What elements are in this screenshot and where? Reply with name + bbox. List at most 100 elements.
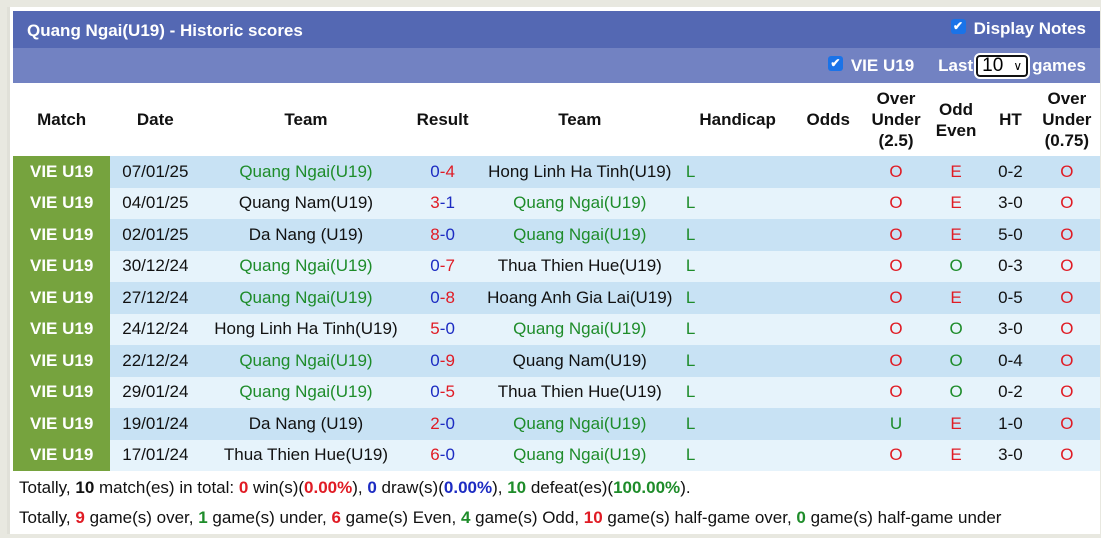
away-team[interactable]: Quang Ngai(U19)	[473, 187, 686, 219]
table-row: VIE U19 24/12/24 Hong Linh Ha Tinh(U19) 5-0…	[13, 313, 1100, 345]
win-loss: L	[685, 313, 790, 345]
over-under-075: O	[1033, 376, 1100, 408]
summary-text: draw(s)(	[376, 478, 444, 497]
summary-text: defeat(es)(	[526, 478, 614, 497]
match-league[interactable]: VIE U19	[13, 156, 111, 188]
over-under-075: O	[1033, 282, 1100, 314]
over-under-25: O	[867, 313, 925, 345]
away-team[interactable]: Hoang Anh Gia Lai(U19)	[473, 282, 686, 314]
win-loss: L	[685, 345, 790, 377]
away-team[interactable]: Quang Ngai(U19)	[473, 439, 686, 471]
summary-draw-pct: 0.00%	[443, 478, 493, 497]
table-header-row: Match Date Team Result Team Handicap Odd…	[13, 83, 1100, 156]
away-team[interactable]: Thua Thien Hue(U19)	[473, 376, 686, 408]
away-team[interactable]: Quang Ngai(U19)	[473, 408, 686, 440]
match-league[interactable]: VIE U19	[13, 187, 111, 219]
match-league[interactable]: VIE U19	[13, 219, 111, 251]
col-odd-even: Odd Even	[925, 83, 988, 156]
col-away-team: Team	[473, 83, 686, 156]
col-handicap: Handicap	[685, 83, 790, 156]
over-under-075: O	[1033, 345, 1100, 377]
over-under-25: U	[867, 408, 925, 440]
match-result[interactable]: 5-0	[411, 313, 474, 345]
home-team[interactable]: Da Nang (U19)	[200, 219, 412, 251]
home-team[interactable]: Quang Ngai(U19)	[200, 282, 412, 314]
match-result[interactable]: 0-7	[411, 250, 474, 282]
match-result[interactable]: 6-0	[411, 439, 474, 471]
match-result[interactable]: 0-5	[411, 376, 474, 408]
home-team[interactable]: Quang Ngai(U19)	[200, 376, 412, 408]
away-team[interactable]: Thua Thien Hue(U19)	[473, 250, 686, 282]
checkbox-checked-icon[interactable]: ✔	[950, 18, 966, 34]
away-team[interactable]: Quang Nam(U19)	[473, 345, 686, 377]
half-time-score: 0-2	[987, 156, 1034, 188]
match-date: 27/12/24	[110, 282, 201, 314]
away-score: 4	[445, 161, 455, 181]
summary-text: game(s) half-game over,	[602, 508, 797, 527]
away-team[interactable]: Hong Linh Ha Tinh(U19)	[473, 156, 686, 188]
table-row: VIE U19 27/12/24 Quang Ngai(U19) 0-8 Hoang A…	[13, 282, 1100, 314]
match-league[interactable]: VIE U19	[13, 313, 111, 345]
win-loss-value: L	[685, 256, 696, 276]
match-league[interactable]: VIE U19	[13, 250, 111, 282]
summary-text: game(s) Even,	[340, 508, 461, 527]
match-league[interactable]: VIE U19	[13, 345, 111, 377]
odds	[789, 408, 868, 440]
summary-halfgame-under-count: 0	[796, 508, 806, 527]
checkbox-checked-icon[interactable]: ✔	[827, 55, 843, 71]
summary-win-pct: 0.00%	[304, 478, 353, 497]
table-row: VIE U19 17/01/24 Thua Thien Hue(U19) 6-0 Qua…	[13, 439, 1100, 471]
games-count-select[interactable]: 10 ∨	[974, 53, 1031, 79]
summary-defeats-count: 10	[507, 478, 527, 497]
win-loss: L	[685, 187, 790, 219]
match-result[interactable]: 0-8	[411, 282, 474, 314]
win-loss: L	[685, 219, 790, 251]
summary: Totally, 10 match(es) in total: 0 win(s)…	[13, 473, 1100, 533]
match-league[interactable]: VIE U19	[13, 439, 111, 471]
col-date: Date	[110, 83, 201, 156]
table-row: VIE U19 19/01/24 Da Nang (U19) 2-0 Quang Nga…	[13, 408, 1100, 440]
home-score: 2	[430, 413, 440, 433]
home-team[interactable]: Quang Ngai(U19)	[200, 250, 412, 282]
match-result[interactable]: 0-4	[411, 156, 474, 188]
col-over-under-25: Over Under (2.5)	[867, 83, 925, 156]
away-score: 5	[445, 382, 455, 402]
away-team[interactable]: Quang Ngai(U19)	[473, 219, 686, 251]
match-result[interactable]: 2-0	[411, 408, 474, 440]
home-team[interactable]: Quang Nam(U19)	[200, 187, 412, 219]
odd-even: E	[925, 219, 988, 251]
win-loss: L	[685, 156, 790, 188]
over-under-075: O	[1033, 219, 1100, 251]
win-loss-value: L	[685, 382, 696, 402]
half-time-score: 3-0	[987, 439, 1034, 471]
win-loss: L	[685, 408, 790, 440]
match-league[interactable]: VIE U19	[13, 282, 111, 314]
odds	[789, 345, 868, 377]
odds	[789, 187, 868, 219]
match-result[interactable]: 8-0	[411, 219, 474, 251]
match-result[interactable]: 0-9	[411, 345, 474, 377]
display-notes-label: Display Notes	[973, 19, 1086, 38]
match-date: 04/01/25	[110, 187, 201, 219]
title-bar: Quang Ngai(U19) - Historic scores ✔ Disp…	[13, 11, 1100, 48]
match-league[interactable]: VIE U19	[13, 408, 111, 440]
match-result[interactable]: 3-1	[411, 187, 474, 219]
home-team[interactable]: Da Nang (U19)	[200, 408, 412, 440]
home-team[interactable]: Quang Ngai(U19)	[200, 345, 412, 377]
summary-even-count: 6	[331, 508, 341, 527]
home-score: 3	[430, 193, 440, 213]
over-under-25: O	[867, 282, 925, 314]
summary-text: game(s) under,	[207, 508, 332, 527]
home-team[interactable]: Hong Linh Ha Tinh(U19)	[200, 313, 412, 345]
away-team[interactable]: Quang Ngai(U19)	[473, 313, 686, 345]
display-notes-toggle[interactable]: ✔ Display Notes	[950, 18, 1086, 39]
over-under-25: O	[867, 187, 925, 219]
match-date: 22/12/24	[110, 345, 201, 377]
summary-text: ),	[492, 478, 508, 497]
home-team[interactable]: Thua Thien Hue(U19)	[200, 439, 412, 471]
match-league[interactable]: VIE U19	[13, 376, 111, 408]
half-time-score: 0-4	[987, 345, 1034, 377]
home-team[interactable]: Quang Ngai(U19)	[200, 156, 412, 188]
half-time-score: 3-0	[987, 313, 1034, 345]
summary-text: ).	[680, 478, 691, 497]
